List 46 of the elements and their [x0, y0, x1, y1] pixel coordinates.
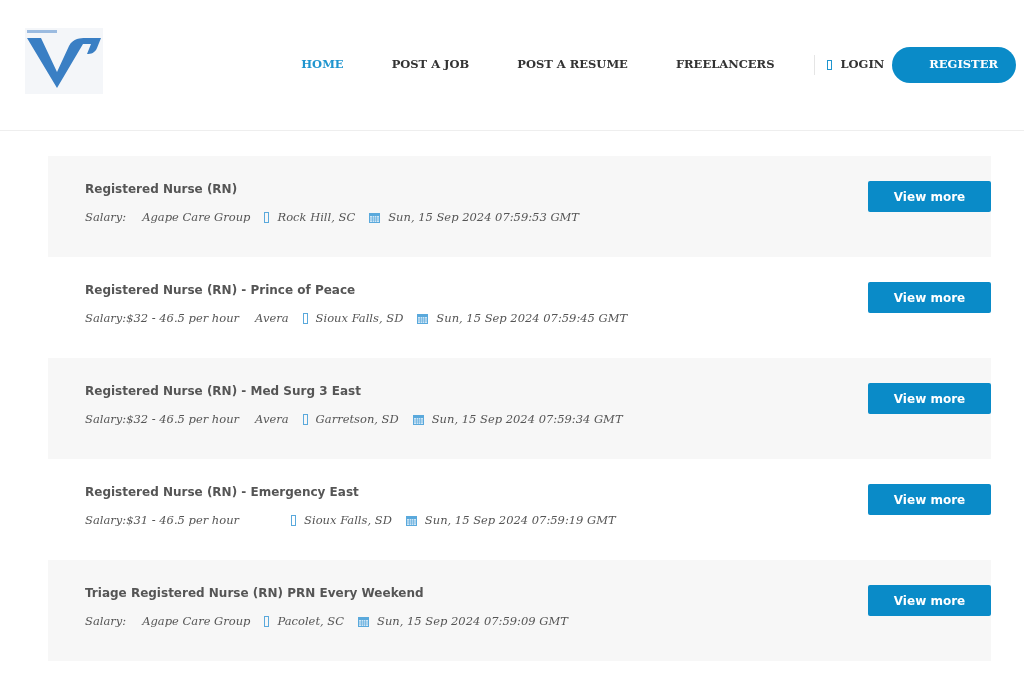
placeholder-glyph-icon	[827, 60, 833, 70]
login-link[interactable]: LOGIN	[827, 56, 885, 74]
view-more-button[interactable]: View more	[868, 282, 991, 313]
placeholder-glyph-icon	[264, 212, 270, 224]
date-text: Sun, 15 Sep 2024 07:59:19 GMT	[424, 512, 616, 529]
date-text: Sun, 15 Sep 2024 07:59:53 GMT	[388, 209, 580, 226]
calendar-icon	[412, 414, 424, 426]
nav-link[interactable]: POST A RESUME	[517, 56, 628, 74]
job-title[interactable]: Registered Nurse (RN)	[85, 180, 580, 198]
location-text: Sioux Falls, SD	[315, 310, 404, 327]
calendar-icon	[405, 515, 417, 527]
calendar-icon	[417, 313, 429, 325]
calendar-icon	[358, 616, 370, 628]
nav-link[interactable]: POST A JOB	[391, 56, 470, 74]
placeholder-glyph-icon	[302, 313, 308, 325]
job-title[interactable]: Registered Nurse (RN) - Prince of Peace	[85, 281, 628, 299]
view-more-button[interactable]: View more	[868, 181, 991, 212]
view-more-button[interactable]: View more	[868, 585, 991, 616]
date-text: Sun, 15 Sep 2024 07:59:09 GMT	[377, 613, 568, 630]
employer-name: Agape Care Group	[142, 209, 251, 226]
view-more-button[interactable]: View more	[868, 383, 991, 414]
job-title[interactable]: Triage Registered Nurse (RN) PRN Every Weekend	[85, 584, 568, 602]
location-text: Garretson, SD	[315, 411, 399, 428]
view-more-button[interactable]: View more	[868, 484, 991, 515]
placeholder-glyph-icon	[264, 616, 270, 628]
logo[interactable]	[25, 28, 103, 94]
location-text: Rock Hill, SC	[277, 209, 356, 226]
employer-name: Avera	[255, 411, 289, 428]
nav-link[interactable]: FREELANCERS	[675, 56, 775, 74]
calendar-icon	[369, 212, 381, 224]
location-text: Pacolet, SC	[277, 613, 345, 630]
employer-name: Avera	[255, 310, 289, 327]
register-button[interactable]: REGISTER	[892, 46, 1016, 84]
placeholder-glyph-icon	[302, 414, 308, 426]
salary-text: Salary:$32 - 46.5 per hour	[85, 411, 240, 428]
location-text: Sioux Falls, SD	[304, 512, 392, 529]
job-title[interactable]: Registered Nurse (RN) - Med Surg 3 East	[85, 382, 623, 400]
salary-text: Salary:	[85, 209, 127, 226]
salary-text: Salary:$31 - 46.5 per hour	[85, 512, 240, 529]
date-text: Sun, 15 Sep 2024 07:59:45 GMT	[436, 310, 628, 327]
job-title[interactable]: Registered Nurse (RN) - Emergency East	[85, 483, 616, 501]
employer-name: Agape Care Group	[142, 613, 251, 630]
salary-text: Salary:$32 - 46.5 per hour	[85, 310, 240, 327]
salary-text: Salary:	[85, 613, 127, 630]
date-text: Sun, 15 Sep 2024 07:59:34 GMT	[431, 411, 623, 428]
placeholder-glyph-icon	[291, 515, 297, 527]
